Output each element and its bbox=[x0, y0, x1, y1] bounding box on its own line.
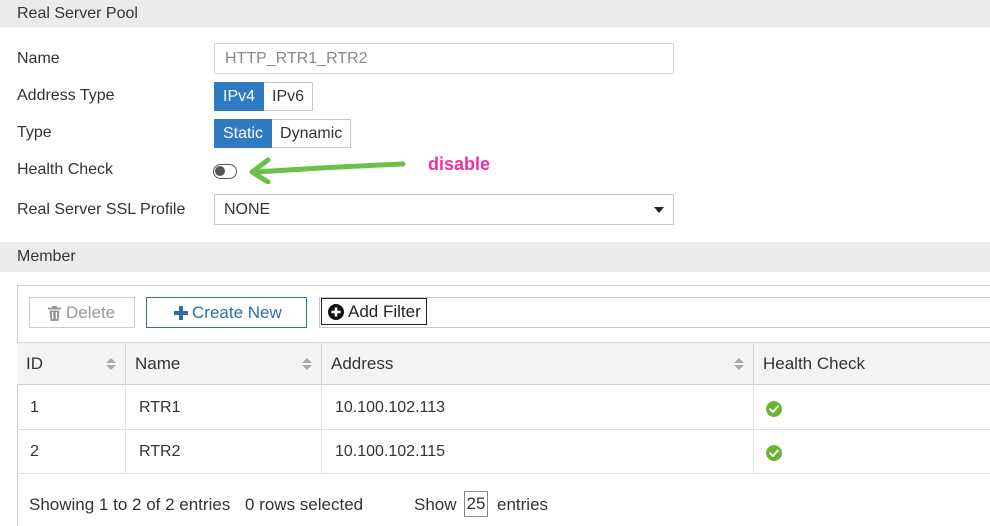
table-row[interactable]: 1 RTR1 10.100.102.113 bbox=[17, 386, 990, 430]
column-header-id[interactable]: ID bbox=[17, 343, 126, 385]
ssl-profile-value: NONE bbox=[224, 201, 271, 218]
address-type-ipv6-option[interactable]: IPv6 bbox=[264, 82, 314, 111]
cell-address: 10.100.102.115 bbox=[322, 430, 754, 473]
sort-icon bbox=[734, 358, 744, 371]
type-dynamic-option[interactable]: Dynamic bbox=[272, 119, 352, 148]
cell-id: 2 bbox=[17, 430, 126, 473]
health-check-label: Health Check bbox=[17, 161, 114, 178]
column-header-address-label: Address bbox=[331, 354, 394, 373]
page-size-input[interactable]: 25 bbox=[464, 491, 488, 517]
column-header-name[interactable]: Name bbox=[126, 343, 322, 385]
annotation-disable-text: disable bbox=[428, 154, 491, 174]
health-check-toggle[interactable] bbox=[213, 164, 237, 179]
delete-button-label: Delete bbox=[66, 303, 116, 322]
address-type-selector: IPv4 IPv6 bbox=[214, 82, 314, 111]
trash-icon bbox=[48, 306, 61, 321]
plus-circle-icon bbox=[328, 304, 344, 320]
column-header-name-label: Name bbox=[135, 354, 181, 373]
check-circle-icon bbox=[766, 445, 782, 461]
section-header-member: Member bbox=[0, 242, 990, 272]
chevron-down-icon bbox=[654, 207, 664, 213]
section-header-real-server-pool: Real Server Pool bbox=[0, 0, 990, 27]
cell-health-check bbox=[754, 430, 990, 473]
column-header-id-label: ID bbox=[26, 354, 43, 373]
table-header: ID Name Address Health Check bbox=[17, 342, 990, 385]
ssl-profile-select[interactable]: NONE bbox=[214, 194, 674, 225]
address-type-ipv4-option[interactable]: IPv4 bbox=[214, 82, 265, 111]
type-selector: Static Dynamic bbox=[214, 119, 352, 148]
address-type-label: Address Type bbox=[17, 87, 115, 104]
entries-label: entries bbox=[497, 495, 549, 514]
cell-id: 1 bbox=[17, 386, 126, 429]
sort-icon bbox=[106, 358, 116, 371]
type-label: Type bbox=[17, 124, 52, 141]
column-header-address[interactable]: Address bbox=[322, 343, 754, 385]
selection-count: 0 rows selected bbox=[245, 495, 364, 514]
sort-icon bbox=[302, 358, 312, 371]
ssl-profile-label: Real Server SSL Profile bbox=[17, 201, 186, 218]
name-label: Name bbox=[17, 50, 60, 67]
add-filter-button-label: Add Filter bbox=[348, 302, 421, 321]
toggle-knob bbox=[215, 166, 225, 176]
add-filter-button[interactable]: Add Filter bbox=[321, 298, 427, 325]
cell-name: RTR1 bbox=[126, 386, 322, 429]
name-field[interactable] bbox=[214, 43, 674, 74]
pagination-summary: Showing 1 to 2 of 2 entries bbox=[29, 495, 231, 514]
check-circle-icon bbox=[766, 401, 782, 417]
create-new-button[interactable]: Create New bbox=[146, 297, 307, 328]
column-header-health-check-label: Health Check bbox=[763, 354, 866, 373]
delete-button[interactable]: Delete bbox=[29, 297, 135, 328]
cell-name: RTR2 bbox=[126, 430, 322, 473]
create-new-button-label: Create New bbox=[192, 303, 282, 322]
table-row[interactable]: 2 RTR2 10.100.102.115 bbox=[17, 430, 990, 474]
cell-address: 10.100.102.113 bbox=[322, 386, 754, 429]
type-static-option[interactable]: Static bbox=[214, 119, 273, 148]
column-header-health-check[interactable]: Health Check bbox=[754, 343, 990, 385]
show-label: Show bbox=[414, 495, 457, 514]
plus-icon bbox=[174, 306, 188, 320]
annotation-arrow bbox=[249, 157, 406, 184]
cell-health-check bbox=[754, 386, 990, 429]
